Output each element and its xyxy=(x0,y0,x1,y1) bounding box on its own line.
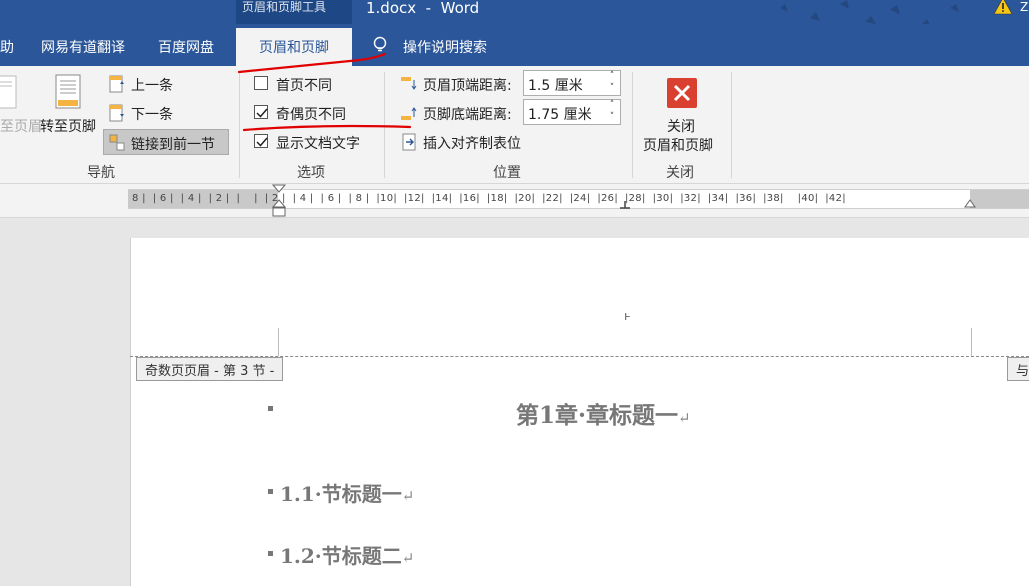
show-document-text-checkbox[interactable] xyxy=(254,134,268,148)
paragraph-mark xyxy=(268,406,273,411)
checkmark-icon xyxy=(256,108,268,118)
document-gutter xyxy=(0,218,130,586)
tab-youdao-translate[interactable]: 网易有道翻译 xyxy=(41,37,125,57)
different-odd-even-label: 奇偶页不同 xyxy=(276,107,346,123)
contextual-tools-title: 页眉和页脚工具 xyxy=(236,0,352,24)
goto-footer-button[interactable]: 转至页脚 xyxy=(40,116,96,136)
text-cursor: ⱶ xyxy=(624,309,631,323)
footer-bottom-distance-input[interactable]: 1.75 厘米 ˄ ˅ xyxy=(523,99,621,125)
next-button[interactable]: 下一条 xyxy=(131,104,173,124)
return-mark: ↵ xyxy=(401,549,415,567)
center-tab-stop-icon[interactable] xyxy=(619,200,631,210)
paragraph-mark xyxy=(268,551,273,556)
right-indent-marker-icon[interactable] xyxy=(964,198,976,210)
birds-background-icon xyxy=(780,0,959,24)
previous-icon xyxy=(109,75,124,93)
insert-alignment-tab-button[interactable]: 插入对齐制表位 xyxy=(423,133,521,153)
link-to-previous-label: 链接到前一节 xyxy=(131,137,215,153)
warning-icon[interactable] xyxy=(993,0,1013,15)
spin-up-icon[interactable]: ˄ xyxy=(606,100,618,112)
crop-mark-left xyxy=(278,328,279,356)
crop-mark-right xyxy=(971,328,972,356)
section-heading-text: 1.2·节标题二 xyxy=(280,544,402,568)
spin-down-icon[interactable]: ˅ xyxy=(606,112,618,124)
ribbon-tab-row: 助 网易有道翻译 百度网盘 页眉和页脚 操作说明搜索 xyxy=(0,24,1029,66)
different-first-page-label: 首页不同 xyxy=(276,78,332,94)
account-mark[interactable]: Z xyxy=(1020,0,1028,14)
goto-header-icon xyxy=(0,75,17,109)
link-to-previous-button[interactable]: 链接到前一节 xyxy=(103,129,229,155)
position-group-label: 位置 xyxy=(493,165,521,181)
header-top-distance-value: 1.5 厘米 xyxy=(528,78,583,94)
tell-me-search[interactable]: 操作说明搜索 xyxy=(403,37,487,57)
ribbon-panel: 至页眉 转至页脚 上一条 下一条 链接到前一节 导航 首页不同 奇偶页不同 显示… xyxy=(0,66,1029,184)
insert-alignment-tab-icon xyxy=(402,133,416,151)
horizontal-ruler[interactable]: 8 | | 6 | | 4 | | 2 | | | | 2 | | 4 | | … xyxy=(128,189,1029,209)
different-first-page-checkbox[interactable] xyxy=(254,76,268,90)
goto-header-button[interactable]: 至页眉 xyxy=(0,116,42,136)
footer-bottom-distance-label: 页脚底端距离: xyxy=(423,107,512,123)
goto-footer-icon xyxy=(55,74,81,109)
close-header-footer-line2[interactable]: 页眉和页脚 xyxy=(643,135,713,155)
paragraph-mark xyxy=(268,489,273,494)
group-divider xyxy=(632,72,633,178)
section-heading[interactable]: 1.2·节标题二↵ xyxy=(280,540,414,569)
link-icon xyxy=(109,134,125,151)
tab-header-footer[interactable]: 页眉和页脚 xyxy=(236,28,352,66)
odd-page-header-tag: 奇数页页眉 - 第 3 节 - xyxy=(136,357,284,381)
ruler-right-margin xyxy=(970,190,1029,208)
chapter-title-text: 第1章·章标题一 xyxy=(516,402,679,429)
lightbulb-icon xyxy=(373,36,387,52)
group-divider xyxy=(384,72,385,178)
return-mark: ↵ xyxy=(678,409,691,427)
header-top-distance-icon xyxy=(401,77,417,90)
close-group-label: 关闭 xyxy=(666,165,694,181)
ruler-ticks: 8 | | 6 | | 4 | | 2 | | | | 2 | | 4 | | … xyxy=(132,193,846,204)
return-mark: ↵ xyxy=(401,487,415,505)
spin-up-icon[interactable]: ˄ xyxy=(606,71,618,83)
previous-button[interactable]: 上一条 xyxy=(131,75,173,95)
tab-help[interactable]: 助 xyxy=(0,37,14,57)
group-divider xyxy=(731,72,732,178)
show-document-text-label: 显示文档文字 xyxy=(276,136,360,152)
group-divider xyxy=(239,72,240,178)
indent-marker-icon[interactable] xyxy=(272,184,286,218)
section-heading[interactable]: 1.1·节标题一↵ xyxy=(280,478,414,507)
same-as-previous-tag: 与 xyxy=(1007,357,1029,381)
close-header-footer-line1[interactable]: 关闭 xyxy=(667,116,695,136)
header-top-distance-label: 页眉顶端距离: xyxy=(423,78,512,94)
section-heading-text: 1.1·节标题一 xyxy=(280,482,402,506)
footer-bottom-distance-value: 1.75 厘米 xyxy=(528,107,592,123)
ruler-bar: 8 | | 6 | | 4 | | 2 | | | | 2 | | 4 | | … xyxy=(0,184,1029,218)
navigation-group-label: 导航 xyxy=(87,165,115,181)
footer-bottom-distance-icon xyxy=(401,107,417,120)
tab-baidu-netdisk[interactable]: 百度网盘 xyxy=(158,37,214,57)
spin-down-icon[interactable]: ˅ xyxy=(606,83,618,95)
checkmark-icon xyxy=(256,137,268,147)
next-icon xyxy=(109,104,124,122)
document-title: 1.docx - Word xyxy=(366,0,480,17)
different-odd-even-checkbox[interactable] xyxy=(254,105,268,119)
header-top-distance-input[interactable]: 1.5 厘米 ˄ ˅ xyxy=(523,70,621,96)
title-bar: 页眉和页脚工具 1.docx - Word Z xyxy=(0,0,1029,24)
close-icon[interactable] xyxy=(667,78,697,108)
chapter-title[interactable]: 第1章·章标题一↵ xyxy=(516,396,691,430)
options-group-label: 选项 xyxy=(297,165,325,181)
